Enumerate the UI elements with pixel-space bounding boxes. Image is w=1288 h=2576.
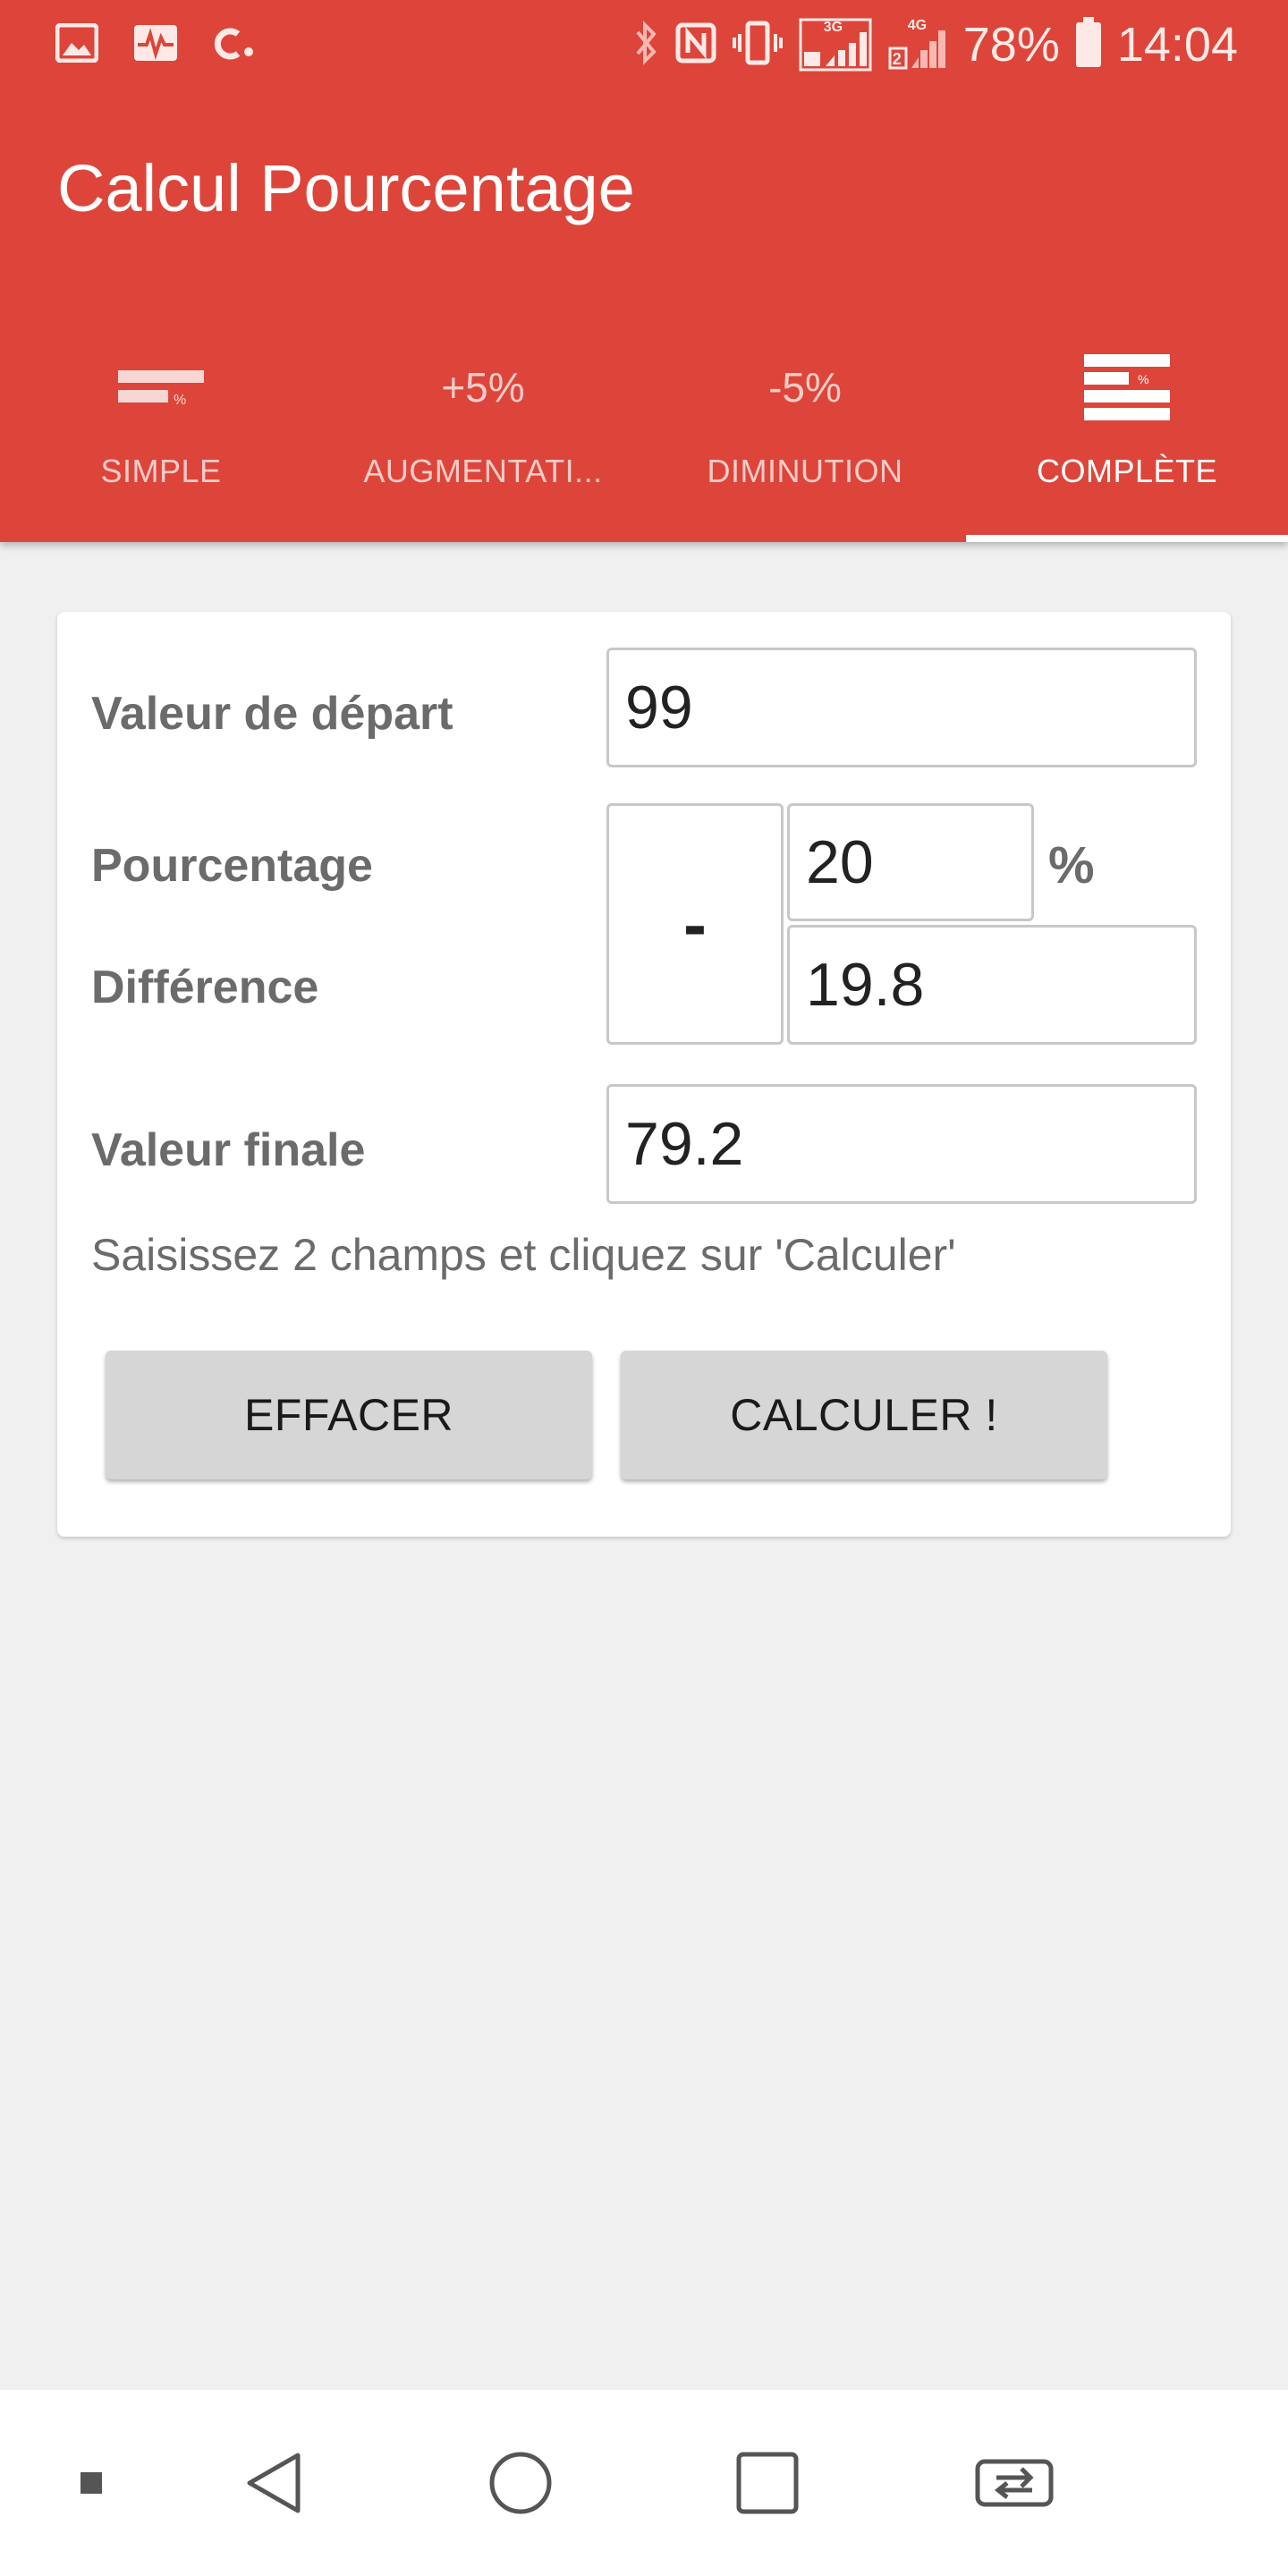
vibrate-icon: [732, 20, 783, 71]
start-value-input[interactable]: 99: [606, 648, 1197, 767]
tab-complete[interactable]: % COMPLÈTE: [966, 322, 1288, 542]
operator-toggle[interactable]: -: [606, 803, 784, 1045]
sim-slot-label: 2: [892, 50, 902, 68]
final-value-label: Valeur finale: [91, 1124, 366, 1176]
clock: 14:04: [1116, 18, 1238, 72]
bluetooth-icon: [632, 20, 659, 71]
image-icon: [54, 20, 100, 66]
percentage-label: Pourcentage: [91, 840, 373, 892]
difference-label: Différence: [91, 962, 319, 1013]
back-icon[interactable]: [227, 2390, 320, 2576]
final-value-input[interactable]: 79.2: [606, 1084, 1197, 1204]
activity-icon: [132, 20, 179, 66]
battery-icon: [1075, 17, 1101, 67]
start-value-label: Valeur de départ: [91, 688, 453, 740]
app-title: Calcul Pourcentage: [57, 151, 635, 225]
simple-tab-icon-text: %: [174, 393, 186, 408]
plus-percent-icon: +5%: [441, 364, 525, 411]
tab-diminution[interactable]: -5% DIMINUTION: [644, 322, 966, 542]
home-icon[interactable]: [474, 2390, 567, 2576]
app-bar: 3G 4G 2 78% 14:04 Calcul Pourcentage % S…: [0, 0, 1288, 542]
clear-button[interactable]: EFFACER: [106, 1351, 592, 1479]
calculate-button[interactable]: CALCULER !: [621, 1351, 1107, 1479]
instructions-hint: Saisissez 2 champs et cliquez sur 'Calcu…: [91, 1230, 956, 1280]
percent-sign: %: [1048, 836, 1095, 894]
tab-simple-label: SIMPLE: [100, 453, 222, 489]
system-indicators: 3G 4G 2 78% 14:04: [632, 13, 1238, 77]
network-4g-label: 4G: [907, 18, 928, 33]
active-tab-indicator: [966, 535, 1288, 542]
tab-simple[interactable]: % SIMPLE: [0, 322, 322, 542]
minus-percent-icon: -5%: [768, 364, 842, 411]
complete-tab-icon-text: %: [1138, 372, 1148, 386]
switch-sim-icon[interactable]: [968, 2390, 1061, 2576]
tab-bar: % SIMPLE +5% AUGMENTATI... -5% DIMINUTIO…: [0, 322, 1288, 542]
tab-augmentation-label: AUGMENTATI...: [363, 453, 603, 489]
signal-4g-icon: 4G 2: [888, 18, 947, 72]
network-3g-label: 3G: [823, 20, 843, 35]
calculator-card: Valeur de départ 99 Pourcentage - 20 % D…: [57, 612, 1231, 1537]
notification-icons: [54, 20, 258, 66]
battery-percent: 78%: [962, 18, 1060, 72]
multi-bar-percent-icon: %: [966, 347, 1288, 428]
status-bar: 3G 4G 2 78% 14:04: [0, 0, 1288, 89]
signal-3g-icon: 3G: [799, 18, 872, 72]
small-square-icon[interactable]: [63, 2390, 120, 2576]
tab-diminution-label: DIMINUTION: [707, 453, 903, 489]
bar-percent-icon: %: [0, 347, 322, 428]
navigation-bar: [0, 2390, 1288, 2576]
recents-icon[interactable]: [721, 2390, 814, 2576]
nfc-icon: [675, 22, 716, 68]
c-app-icon: [211, 20, 258, 66]
tab-augmentation[interactable]: +5% AUGMENTATI...: [322, 322, 644, 542]
tab-complete-label: COMPLÈTE: [1036, 453, 1218, 489]
percentage-input[interactable]: 20: [787, 803, 1034, 921]
difference-input[interactable]: 19.8: [787, 925, 1197, 1045]
